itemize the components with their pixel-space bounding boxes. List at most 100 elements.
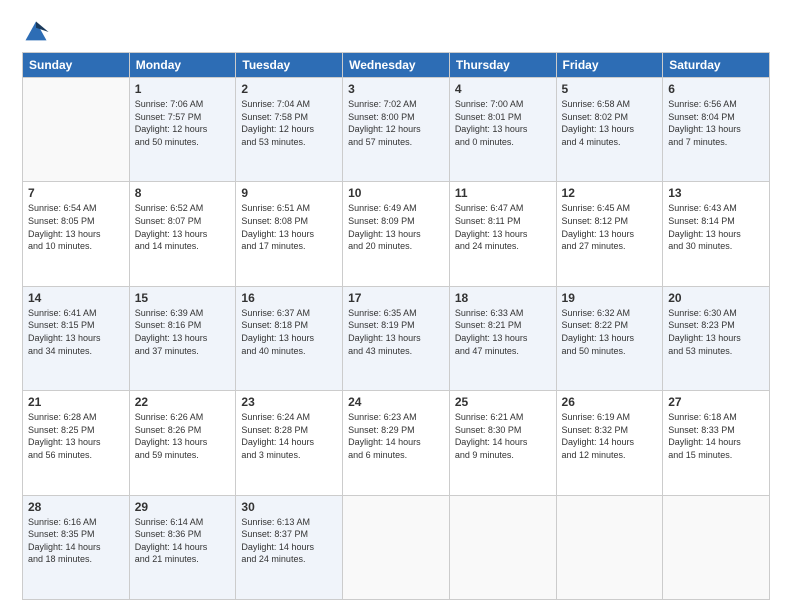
day-info: Sunrise: 6:35 AMSunset: 8:19 PMDaylight:…: [348, 307, 444, 357]
day-info: Sunrise: 6:13 AMSunset: 8:37 PMDaylight:…: [241, 516, 337, 566]
day-number: 21: [28, 395, 124, 409]
day-number: 20: [668, 291, 764, 305]
day-number: 9: [241, 186, 337, 200]
week-row-3: 21 Sunrise: 6:28 AMSunset: 8:25 PMDayligh…: [23, 391, 770, 495]
calendar-table: SundayMondayTuesdayWednesdayThursdayFrid…: [22, 52, 770, 600]
day-info: Sunrise: 6:52 AMSunset: 8:07 PMDaylight:…: [135, 202, 231, 252]
day-cell: 27Sunrise: 6:18 AMSunset: 8:33 PMDayligh…: [663, 391, 770, 495]
day-cell: 9 Sunrise: 6:51 AMSunset: 8:08 PMDaylight…: [236, 182, 343, 286]
day-info: Sunrise: 6:19 AMSunset: 8:32 PMDaylight:…: [562, 411, 658, 461]
day-cell: 19Sunrise: 6:32 AMSunset: 8:22 PMDayligh…: [556, 286, 663, 390]
day-cell: 21 Sunrise: 6:28 AMSunset: 8:25 PMDayligh…: [23, 391, 130, 495]
day-cell: 25 Sunrise: 6:21 AMSunset: 8:30 PMDayligh…: [449, 391, 556, 495]
day-cell: 10 Sunrise: 6:49 AMSunset: 8:09 PMDayligh…: [343, 182, 450, 286]
day-cell: 29 Sunrise: 6:14 AMSunset: 8:36 PMDayligh…: [129, 495, 236, 599]
day-info: Sunrise: 6:51 AMSunset: 8:08 PMDaylight:…: [241, 202, 337, 252]
day-number: 4: [455, 82, 551, 96]
col-header-thursday: Thursday: [449, 53, 556, 78]
col-header-tuesday: Tuesday: [236, 53, 343, 78]
day-cell: 24 Sunrise: 6:23 AMSunset: 8:29 PMDayligh…: [343, 391, 450, 495]
day-number: 1: [135, 82, 231, 96]
col-header-sunday: Sunday: [23, 53, 130, 78]
week-row-4: 28Sunrise: 6:16 AMSunset: 8:35 PMDayligh…: [23, 495, 770, 599]
week-row-2: 14Sunrise: 6:41 AMSunset: 8:15 PMDayligh…: [23, 286, 770, 390]
day-number: 3: [348, 82, 444, 96]
day-info: Sunrise: 6:45 AMSunset: 8:12 PMDaylight:…: [562, 202, 658, 252]
day-cell: 15 Sunrise: 6:39 AMSunset: 8:16 PMDayligh…: [129, 286, 236, 390]
day-cell: 11 Sunrise: 6:47 AMSunset: 8:11 PMDayligh…: [449, 182, 556, 286]
day-cell: 18Sunrise: 6:33 AMSunset: 8:21 PMDayligh…: [449, 286, 556, 390]
day-cell: 2Sunrise: 7:04 AMSunset: 7:58 PMDaylight…: [236, 78, 343, 182]
day-number: 25: [455, 395, 551, 409]
day-cell: 1 Sunrise: 7:06 AMSunset: 7:57 PMDaylight…: [129, 78, 236, 182]
day-info: Sunrise: 6:49 AMSunset: 8:09 PMDaylight:…: [348, 202, 444, 252]
day-number: 17: [348, 291, 444, 305]
day-cell: 13 Sunrise: 6:43 AMSunset: 8:14 PMDayligh…: [663, 182, 770, 286]
day-info: Sunrise: 6:43 AMSunset: 8:14 PMDaylight:…: [668, 202, 764, 252]
day-cell: 16 Sunrise: 6:37 AMSunset: 8:18 PMDayligh…: [236, 286, 343, 390]
day-cell: 28Sunrise: 6:16 AMSunset: 8:35 PMDayligh…: [23, 495, 130, 599]
logo: [22, 18, 54, 46]
day-number: 24: [348, 395, 444, 409]
day-info: Sunrise: 6:26 AMSunset: 8:26 PMDaylight:…: [135, 411, 231, 461]
day-cell: 20 Sunrise: 6:30 AMSunset: 8:23 PMDayligh…: [663, 286, 770, 390]
day-number: 5: [562, 82, 658, 96]
day-cell: 30 Sunrise: 6:13 AMSunset: 8:37 PMDayligh…: [236, 495, 343, 599]
day-number: 11: [455, 186, 551, 200]
col-header-friday: Friday: [556, 53, 663, 78]
day-number: 22: [135, 395, 231, 409]
day-info: Sunrise: 6:30 AMSunset: 8:23 PMDaylight:…: [668, 307, 764, 357]
day-number: 13: [668, 186, 764, 200]
day-info: Sunrise: 6:23 AMSunset: 8:29 PMDaylight:…: [348, 411, 444, 461]
day-info: Sunrise: 6:24 AMSunset: 8:28 PMDaylight:…: [241, 411, 337, 461]
day-number: 7: [28, 186, 124, 200]
day-info: Sunrise: 6:16 AMSunset: 8:35 PMDaylight:…: [28, 516, 124, 566]
day-cell: 12 Sunrise: 6:45 AMSunset: 8:12 PMDayligh…: [556, 182, 663, 286]
day-info: Sunrise: 6:14 AMSunset: 8:36 PMDaylight:…: [135, 516, 231, 566]
day-cell: [343, 495, 450, 599]
header-row: SundayMondayTuesdayWednesdayThursdayFrid…: [23, 53, 770, 78]
day-info: Sunrise: 7:06 AMSunset: 7:57 PMDaylight:…: [135, 98, 231, 148]
day-number: 23: [241, 395, 337, 409]
day-info: Sunrise: 6:47 AMSunset: 8:11 PMDaylight:…: [455, 202, 551, 252]
day-info: Sunrise: 6:39 AMSunset: 8:16 PMDaylight:…: [135, 307, 231, 357]
calendar-body: 1 Sunrise: 7:06 AMSunset: 7:57 PMDaylight…: [23, 78, 770, 600]
day-number: 30: [241, 500, 337, 514]
day-cell: [449, 495, 556, 599]
day-cell: 23 Sunrise: 6:24 AMSunset: 8:28 PMDayligh…: [236, 391, 343, 495]
page: SundayMondayTuesdayWednesdayThursdayFrid…: [0, 0, 792, 612]
day-number: 29: [135, 500, 231, 514]
day-number: 16: [241, 291, 337, 305]
day-info: Sunrise: 6:28 AMSunset: 8:25 PMDaylight:…: [28, 411, 124, 461]
day-info: Sunrise: 6:21 AMSunset: 8:30 PMDaylight:…: [455, 411, 551, 461]
day-cell: [23, 78, 130, 182]
day-info: Sunrise: 6:41 AMSunset: 8:15 PMDaylight:…: [28, 307, 124, 357]
day-number: 12: [562, 186, 658, 200]
day-cell: 26 Sunrise: 6:19 AMSunset: 8:32 PMDayligh…: [556, 391, 663, 495]
day-info: Sunrise: 7:00 AMSunset: 8:01 PMDaylight:…: [455, 98, 551, 148]
day-number: 15: [135, 291, 231, 305]
week-row-1: 7 Sunrise: 6:54 AMSunset: 8:05 PMDaylight…: [23, 182, 770, 286]
day-info: Sunrise: 6:58 AMSunset: 8:02 PMDaylight:…: [562, 98, 658, 148]
day-info: Sunrise: 6:56 AMSunset: 8:04 PMDaylight:…: [668, 98, 764, 148]
day-number: 26: [562, 395, 658, 409]
day-cell: [556, 495, 663, 599]
day-cell: 4 Sunrise: 7:00 AMSunset: 8:01 PMDaylight…: [449, 78, 556, 182]
day-cell: 22 Sunrise: 6:26 AMSunset: 8:26 PMDayligh…: [129, 391, 236, 495]
day-number: 10: [348, 186, 444, 200]
day-number: 8: [135, 186, 231, 200]
day-cell: 5 Sunrise: 6:58 AMSunset: 8:02 PMDaylight…: [556, 78, 663, 182]
day-number: 2: [241, 82, 337, 96]
col-header-saturday: Saturday: [663, 53, 770, 78]
col-header-wednesday: Wednesday: [343, 53, 450, 78]
day-info: Sunrise: 6:54 AMSunset: 8:05 PMDaylight:…: [28, 202, 124, 252]
day-info: Sunrise: 6:37 AMSunset: 8:18 PMDaylight:…: [241, 307, 337, 357]
col-header-monday: Monday: [129, 53, 236, 78]
day-number: 19: [562, 291, 658, 305]
day-cell: 8 Sunrise: 6:52 AMSunset: 8:07 PMDaylight…: [129, 182, 236, 286]
day-info: Sunrise: 7:02 AMSunset: 8:00 PMDaylight:…: [348, 98, 444, 148]
day-cell: 7 Sunrise: 6:54 AMSunset: 8:05 PMDaylight…: [23, 182, 130, 286]
day-cell: 14Sunrise: 6:41 AMSunset: 8:15 PMDayligh…: [23, 286, 130, 390]
day-number: 27: [668, 395, 764, 409]
day-cell: [663, 495, 770, 599]
